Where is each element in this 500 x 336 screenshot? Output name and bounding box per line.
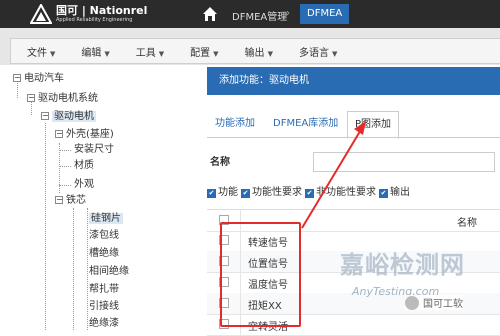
tab-divider (207, 137, 500, 138)
menu-output[interactable]: 输出 ▼ (229, 44, 283, 59)
tab-p-diagram-add[interactable]: P图添加 (347, 111, 399, 139)
tree-node-insulating-varnish[interactable]: 绝缘漆 (89, 317, 119, 331)
filter-function[interactable]: ✔ 功能 (207, 183, 238, 198)
tree-node-drive-motor[interactable]: − 驱动电机 (41, 110, 96, 124)
checkbox-checked-icon[interactable]: ✔ (241, 189, 250, 198)
checkbox-checked-icon[interactable]: ✔ (207, 189, 216, 198)
tree-node-core[interactable]: − 铁芯 (55, 194, 86, 208)
breadcrumb-separator: › (286, 8, 290, 19)
tree-line (59, 166, 71, 167)
breadcrumb-dfmea-management[interactable]: DFMEA管理 (232, 8, 287, 23)
brand-tagline: Applied Reliability Engineering (56, 17, 133, 23)
panel-title: 添加功能：驱动电机 (207, 67, 500, 95)
brand-name: 国可 | Nationrel (56, 4, 148, 17)
wechat-icon (405, 295, 419, 310)
checkbox-checked-icon[interactable]: ✔ (305, 189, 314, 198)
chevron-down-icon: ▼ (213, 49, 219, 58)
filter-checkboxes: ✔ 功能 ✔ 功能性要求 ✔ 非功能性要求 ✔ 输出 (207, 183, 410, 198)
tree-node-mount-size[interactable]: 安装尺寸 (74, 143, 114, 157)
tree-node-lead-wire[interactable]: 引接线 (89, 300, 119, 314)
wechat-account-name: 国可工软 (423, 299, 463, 310)
wechat-account-badge: 国可工软 (405, 295, 463, 310)
tab-function-add[interactable]: 功能添加 (215, 111, 255, 137)
tab-dfmea-library-add[interactable]: DFMEA库添加 (273, 111, 338, 137)
tree-line (73, 208, 74, 330)
menu-file[interactable]: 文件 ▼ (11, 44, 65, 59)
tree-line (59, 185, 71, 186)
collapse-icon[interactable]: − (41, 112, 49, 120)
checkbox-checked-icon[interactable]: ✔ (379, 189, 388, 198)
menu-config[interactable]: 配置 ▼ (174, 44, 228, 59)
menu-tools[interactable]: 工具 ▼ (120, 44, 174, 59)
collapse-icon[interactable]: − (27, 94, 35, 102)
tree-node-appearance[interactable]: 外观 (74, 178, 94, 192)
name-input[interactable] (313, 152, 495, 172)
menu-language[interactable]: 多语言 ▼ (283, 44, 347, 59)
tree-node-enameled-wire[interactable]: 漆包线 (89, 229, 119, 243)
structure-tree: − 电动汽车 − 驱动电机系统 − 驱动电机 − 外壳(基座) 安装尺寸 材质 外观 −… (0, 65, 207, 330)
filter-output[interactable]: ✔ 输出 (379, 183, 410, 198)
tree-node-electric-car[interactable]: − 电动汽车 (13, 72, 64, 86)
tree-node-silicon-steel[interactable]: 硅钢片 (89, 212, 123, 226)
filter-functional-req[interactable]: ✔ 功能性要求 (241, 183, 302, 198)
tree-node-material[interactable]: 材质 (74, 159, 94, 173)
nationrel-logo[interactable]: 国可 | Nationrel Applied Reliability Engin… (30, 4, 147, 24)
tree-line (59, 150, 71, 151)
chevron-down-icon: ▼ (267, 49, 273, 58)
tree-node-drive-system[interactable]: − 驱动电机系统 (27, 92, 98, 106)
home-icon[interactable] (202, 6, 218, 22)
name-label: 名称 (210, 157, 230, 168)
column-header-name: 名称 (457, 218, 477, 229)
top-navigation-bar: 国可 | Nationrel Applied Reliability Engin… (0, 0, 500, 28)
annotation-highlight-box (220, 222, 301, 327)
collapse-icon[interactable]: − (55, 130, 63, 138)
collapse-icon[interactable]: − (55, 196, 63, 204)
watermark-text: 嘉峪检测网 (340, 251, 465, 279)
chevron-down-icon: ▼ (104, 49, 110, 58)
chevron-down-icon: ▼ (158, 49, 165, 58)
menu-edit[interactable]: 编辑 ▼ (65, 44, 119, 59)
chevron-down-icon: ▼ (50, 49, 56, 58)
filter-nonfunctional-req[interactable]: ✔ 非功能性要求 (305, 183, 376, 198)
menu-bar: 文件 ▼ 编辑 ▼ 工具 ▼ 配置 ▼ 输出 ▼ 多语言 ▼ (10, 38, 500, 64)
logo-mark-icon (30, 4, 52, 24)
tree-node-slot-insulation[interactable]: 槽绝缘 (89, 247, 119, 261)
tree-line (87, 208, 88, 330)
tree-node-binding-tape[interactable]: 帮扎带 (89, 283, 119, 297)
tree-node-housing[interactable]: − 外壳(基座) (55, 128, 114, 142)
tree-line (45, 123, 46, 330)
collapse-icon[interactable]: − (13, 74, 21, 82)
chevron-down-icon: ▼ (331, 49, 338, 58)
tree-node-phase-insulation[interactable]: 相间绝缘 (89, 265, 129, 279)
breadcrumb-dfmea[interactable]: DFMEA (300, 4, 350, 24)
